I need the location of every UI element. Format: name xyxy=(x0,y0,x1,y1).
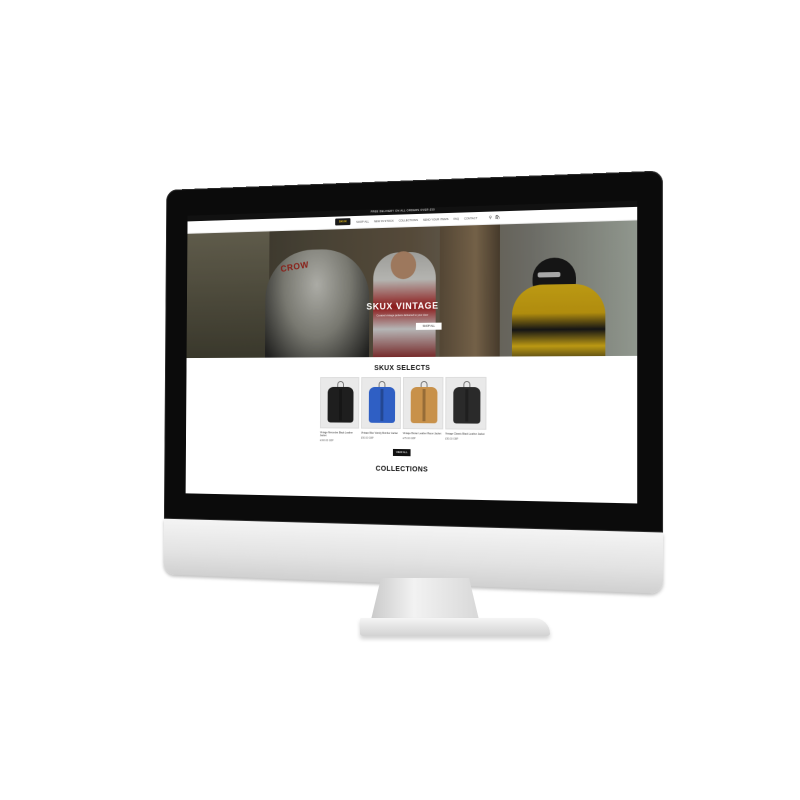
menu-item-new-in-stock[interactable]: NEW IN STOCK xyxy=(374,219,394,224)
product-card[interactable]: Vintage Blue Varsity Bomber Jacket £90.0… xyxy=(361,377,401,443)
product-price: £90.00 GBP xyxy=(445,438,486,441)
menu-item-contact[interactable]: CONTACT xyxy=(464,216,477,220)
header-icons: ⚲ 🛍 xyxy=(489,211,500,223)
selects-heading: SKUX SELECTS xyxy=(186,364,637,372)
hero-overlay xyxy=(187,220,638,358)
product-image[interactable] xyxy=(403,377,444,429)
product-price: £160.00 GBP xyxy=(320,439,359,442)
view-all-button[interactable]: VIEW ALL xyxy=(393,449,411,456)
product-price: £90.00 GBP xyxy=(361,437,401,440)
hero-banner: CROW SKUX VINTAGE Curated vintage jacket… xyxy=(187,220,638,358)
monitor-stand-foot xyxy=(360,618,550,636)
collections-heading: COLLECTIONS xyxy=(186,463,637,478)
product-card[interactable]: Vintage Mercedes Black Leather Jacket £1… xyxy=(320,377,359,443)
site-logo[interactable]: SKUX xyxy=(335,218,350,225)
jacket-image xyxy=(411,387,438,423)
menu-item-faq[interactable]: FAQ xyxy=(453,217,459,221)
product-name[interactable]: Vintage Blue Varsity Bomber Jacket xyxy=(361,432,401,435)
product-image[interactable] xyxy=(361,377,401,429)
product-card[interactable]: Vintage Classic Black Leather Jacket £90… xyxy=(445,377,486,444)
product-image[interactable] xyxy=(320,377,359,429)
jacket-image xyxy=(369,387,395,423)
product-price: £75.00 GBP xyxy=(403,437,443,440)
product-card[interactable]: Vintage Brown Leather Racer Jacket £75.0… xyxy=(403,377,444,444)
product-grid: Vintage Mercedes Black Leather Jacket £1… xyxy=(320,377,487,444)
product-name[interactable]: Vintage Brown Leather Racer Jacket xyxy=(403,432,443,435)
menu-item-collections[interactable]: COLLECTIONS xyxy=(399,218,418,223)
menu-item-shop-all[interactable]: SHOP ALL xyxy=(356,219,369,223)
product-name[interactable]: Vintage Mercedes Black Leather Jacket xyxy=(320,431,359,437)
menu-item-send-your-items[interactable]: SEND YOUR ITEMS xyxy=(423,217,449,222)
desktop-monitor: FREE DELIVERY ON ALL ORDERS OVER £50 SKU… xyxy=(164,171,664,595)
website-screen: FREE DELIVERY ON ALL ORDERS OVER £50 SKU… xyxy=(186,201,638,504)
jacket-image xyxy=(328,387,354,423)
product-mockup: FREE DELIVERY ON ALL ORDERS OVER £50 SKU… xyxy=(0,0,800,800)
monitor-bezel: FREE DELIVERY ON ALL ORDERS OVER £50 SKU… xyxy=(164,171,663,533)
hero-shop-all-button[interactable]: SHOP ALL xyxy=(416,323,442,330)
search-icon[interactable]: ⚲ xyxy=(489,212,492,224)
cart-icon[interactable]: 🛍 xyxy=(495,211,500,223)
product-name[interactable]: Vintage Classic Black Leather Jacket xyxy=(445,432,486,435)
jacket-image xyxy=(453,387,480,424)
product-image[interactable] xyxy=(445,377,486,430)
